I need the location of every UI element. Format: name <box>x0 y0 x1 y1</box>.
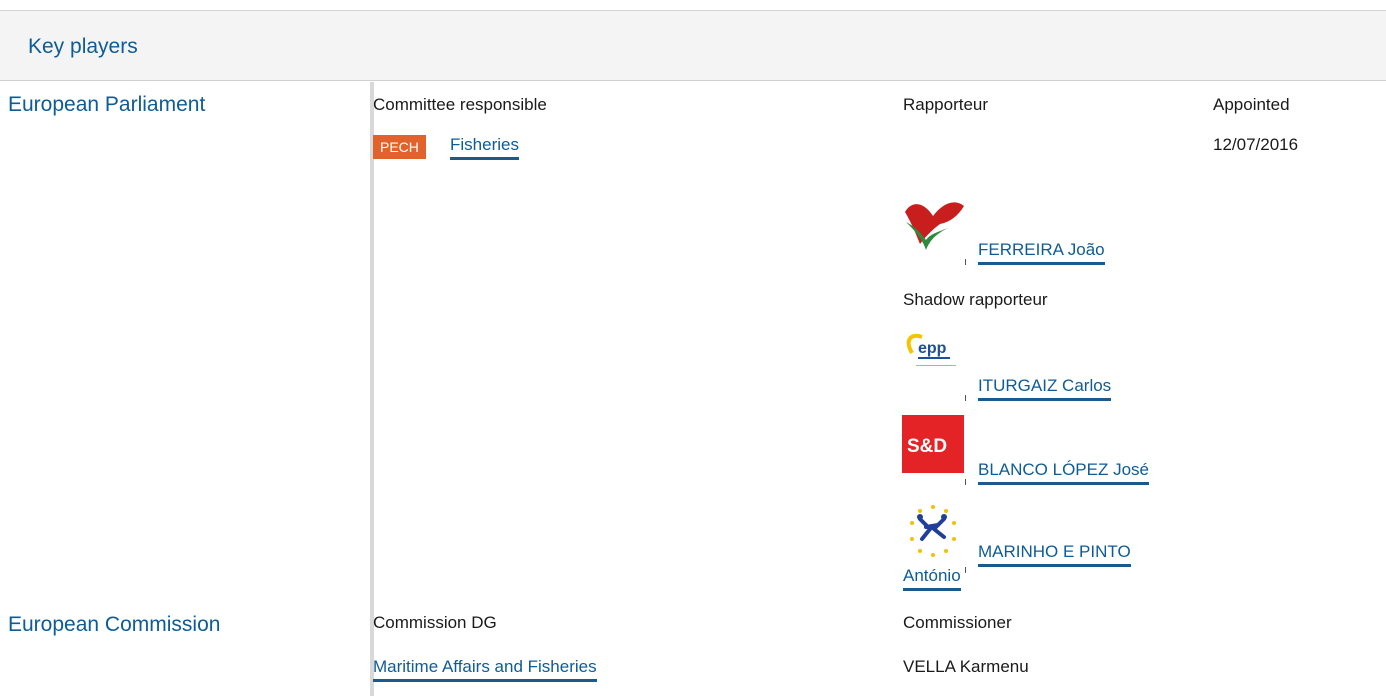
appointed-date: 12/07/2016 <box>1213 135 1299 154</box>
image-placeholder-tick <box>965 479 966 485</box>
committee-responsible-header: Committee responsible <box>373 95 547 114</box>
alde-stars-logo <box>902 503 964 561</box>
appointed-header: Appointed <box>1213 95 1290 114</box>
commission-dg-header: Commission DG <box>373 613 497 632</box>
column-divider <box>370 82 374 696</box>
panel-header: Key players <box>0 11 1386 81</box>
commission-dg-link[interactable]: Maritime Affairs and Fisheries <box>373 657 597 682</box>
epp-logo: epp <box>902 331 964 383</box>
gue-ngl-flag-logo <box>905 202 964 250</box>
committee-code-badge: PECH <box>373 135 426 159</box>
key-players-panel: Key players European Parliament Committe… <box>0 10 1386 696</box>
image-placeholder-tick <box>965 259 966 265</box>
image-placeholder-tick <box>965 567 966 573</box>
image-placeholder-tick <box>965 395 966 401</box>
shadow-rapporteur-link-marinho[interactable]: MARINHO E PINTO <box>978 542 1131 567</box>
sd-logo: S&D <box>902 415 964 473</box>
shadow-rapporteur-link-iturgaiz[interactable]: ITURGAIZ Carlos <box>978 376 1112 401</box>
shadow-rapporteur-header: Shadow rapporteur <box>903 290 1048 309</box>
institution-european-commission: European Commission <box>8 613 221 636</box>
commissioner-name: VELLA Karmenu <box>903 657 1029 676</box>
commissioner-header: Commissioner <box>903 613 1012 632</box>
shadow-rapporteur-link-blanco[interactable]: BLANCO LÓPEZ José <box>978 460 1150 485</box>
shadow-rapporteur-link-marinho-line2[interactable]: António <box>903 566 961 591</box>
svg-text:epp: epp <box>918 340 947 357</box>
rapporteur-link[interactable]: FERREIRA João <box>978 240 1105 265</box>
sd-logo-text: S&D <box>907 436 948 457</box>
panel-title: Key players <box>28 35 138 58</box>
institution-european-parliament: European Parliament <box>8 93 206 116</box>
rapporteur-header: Rapporteur <box>903 95 989 114</box>
committee-fisheries-link[interactable]: Fisheries <box>450 135 519 160</box>
